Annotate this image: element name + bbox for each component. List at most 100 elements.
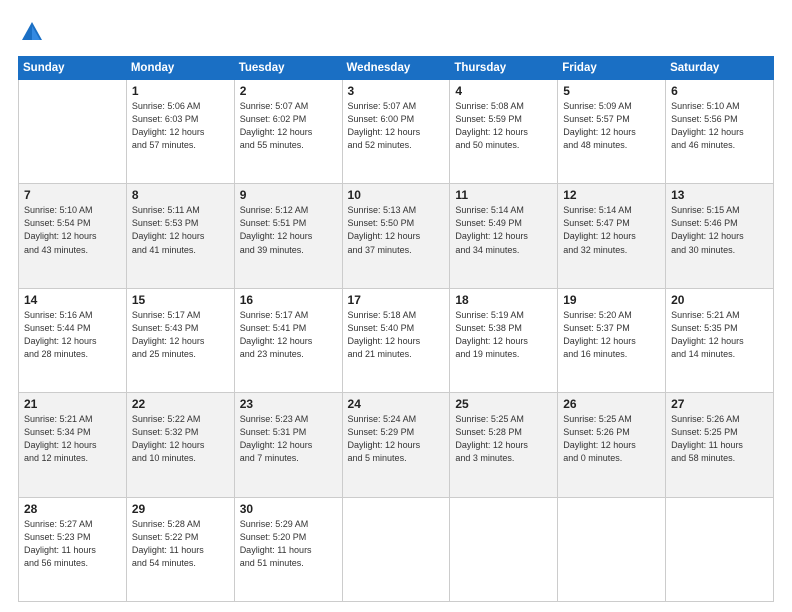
day-number: 5 — [563, 84, 660, 98]
day-number: 7 — [24, 188, 121, 202]
day-number: 28 — [24, 502, 121, 516]
day-number: 20 — [671, 293, 768, 307]
day-number: 26 — [563, 397, 660, 411]
weekday-header-row: SundayMondayTuesdayWednesdayThursdayFrid… — [19, 57, 774, 80]
day-number: 23 — [240, 397, 337, 411]
day-info: Sunrise: 5:22 AMSunset: 5:32 PMDaylight:… — [132, 413, 229, 465]
day-info: Sunrise: 5:23 AMSunset: 5:31 PMDaylight:… — [240, 413, 337, 465]
day-info: Sunrise: 5:08 AMSunset: 5:59 PMDaylight:… — [455, 100, 552, 152]
calendar-cell: 25 Sunrise: 5:25 AMSunset: 5:28 PMDayligh… — [450, 393, 558, 497]
day-info: Sunrise: 5:27 AMSunset: 5:23 PMDaylight:… — [24, 518, 121, 570]
calendar-cell: 15 Sunrise: 5:17 AMSunset: 5:43 PMDayligh… — [126, 288, 234, 392]
day-info: Sunrise: 5:10 AMSunset: 5:54 PMDaylight:… — [24, 204, 121, 256]
calendar-cell: 21Sunrise: 5:21 AMSunset: 5:34 PMDayligh… — [19, 393, 127, 497]
day-number: 11 — [455, 188, 552, 202]
calendar-cell: 7 Sunrise: 5:10 AMSunset: 5:54 PMDaylight… — [19, 184, 127, 288]
day-info: Sunrise: 5:12 AMSunset: 5:51 PMDaylight:… — [240, 204, 337, 256]
calendar-cell: 18 Sunrise: 5:19 AMSunset: 5:38 PMDayligh… — [450, 288, 558, 392]
calendar-cell — [342, 497, 450, 601]
day-number: 10 — [348, 188, 445, 202]
day-number: 22 — [132, 397, 229, 411]
calendar-cell: 27 Sunrise: 5:26 AMSunset: 5:25 PMDayligh… — [666, 393, 774, 497]
weekday-friday: Friday — [558, 57, 666, 80]
calendar-cell: 24 Sunrise: 5:24 AMSunset: 5:29 PMDayligh… — [342, 393, 450, 497]
weekday-saturday: Saturday — [666, 57, 774, 80]
calendar-cell: 23 Sunrise: 5:23 AMSunset: 5:31 PMDayligh… — [234, 393, 342, 497]
calendar-cell: 1 Sunrise: 5:06 AMSunset: 6:03 PMDaylight… — [126, 80, 234, 184]
day-info: Sunrise: 5:14 AMSunset: 5:47 PMDaylight:… — [563, 204, 660, 256]
calendar-cell: 8Sunrise: 5:11 AMSunset: 5:53 PMDaylight… — [126, 184, 234, 288]
calendar-cell: 6 Sunrise: 5:10 AMSunset: 5:56 PMDaylight… — [666, 80, 774, 184]
header — [18, 18, 774, 46]
calendar-cell: 13 Sunrise: 5:15 AMSunset: 5:46 PMDayligh… — [666, 184, 774, 288]
calendar-cell: 29 Sunrise: 5:28 AMSunset: 5:22 PMDayligh… — [126, 497, 234, 601]
day-info: Sunrise: 5:28 AMSunset: 5:22 PMDaylight:… — [132, 518, 229, 570]
day-number: 24 — [348, 397, 445, 411]
day-number: 21 — [24, 397, 121, 411]
calendar-cell: 22 Sunrise: 5:22 AMSunset: 5:32 PMDayligh… — [126, 393, 234, 497]
day-number: 2 — [240, 84, 337, 98]
calendar-cell: 19Sunrise: 5:20 AMSunset: 5:37 PMDayligh… — [558, 288, 666, 392]
day-number: 12 — [563, 188, 660, 202]
day-info: Sunrise: 5:26 AMSunset: 5:25 PMDaylight:… — [671, 413, 768, 465]
calendar-cell: 26 Sunrise: 5:25 AMSunset: 5:26 PMDayligh… — [558, 393, 666, 497]
day-info: Sunrise: 5:13 AMSunset: 5:50 PMDaylight:… — [348, 204, 445, 256]
week-row-2: 14 Sunrise: 5:16 AMSunset: 5:44 PMDayligh… — [19, 288, 774, 392]
day-info: Sunrise: 5:25 AMSunset: 5:26 PMDaylight:… — [563, 413, 660, 465]
day-info: Sunrise: 5:09 AMSunset: 5:57 PMDaylight:… — [563, 100, 660, 152]
calendar-cell: 4Sunrise: 5:08 AMSunset: 5:59 PMDaylight… — [450, 80, 558, 184]
day-number: 14 — [24, 293, 121, 307]
day-info: Sunrise: 5:18 AMSunset: 5:40 PMDaylight:… — [348, 309, 445, 361]
calendar-cell — [19, 80, 127, 184]
day-number: 1 — [132, 84, 229, 98]
day-info: Sunrise: 5:16 AMSunset: 5:44 PMDaylight:… — [24, 309, 121, 361]
day-info: Sunrise: 5:29 AMSunset: 5:20 PMDaylight:… — [240, 518, 337, 570]
calendar-cell: 11Sunrise: 5:14 AMSunset: 5:49 PMDayligh… — [450, 184, 558, 288]
day-number: 17 — [348, 293, 445, 307]
calendar-cell — [450, 497, 558, 601]
calendar-cell — [666, 497, 774, 601]
day-info: Sunrise: 5:07 AMSunset: 6:02 PMDaylight:… — [240, 100, 337, 152]
day-info: Sunrise: 5:07 AMSunset: 6:00 PMDaylight:… — [348, 100, 445, 152]
weekday-thursday: Thursday — [450, 57, 558, 80]
day-number: 25 — [455, 397, 552, 411]
logo-icon — [18, 18, 46, 46]
calendar-cell: 9 Sunrise: 5:12 AMSunset: 5:51 PMDaylight… — [234, 184, 342, 288]
day-info: Sunrise: 5:19 AMSunset: 5:38 PMDaylight:… — [455, 309, 552, 361]
day-number: 27 — [671, 397, 768, 411]
calendar-table: SundayMondayTuesdayWednesdayThursdayFrid… — [18, 56, 774, 602]
day-number: 29 — [132, 502, 229, 516]
calendar-cell: 10 Sunrise: 5:13 AMSunset: 5:50 PMDayligh… — [342, 184, 450, 288]
day-info: Sunrise: 5:10 AMSunset: 5:56 PMDaylight:… — [671, 100, 768, 152]
day-info: Sunrise: 5:17 AMSunset: 5:41 PMDaylight:… — [240, 309, 337, 361]
day-number: 15 — [132, 293, 229, 307]
day-number: 13 — [671, 188, 768, 202]
logo — [18, 18, 50, 46]
day-info: Sunrise: 5:06 AMSunset: 6:03 PMDaylight:… — [132, 100, 229, 152]
calendar-cell: 14 Sunrise: 5:16 AMSunset: 5:44 PMDayligh… — [19, 288, 127, 392]
week-row-0: 1 Sunrise: 5:06 AMSunset: 6:03 PMDaylight… — [19, 80, 774, 184]
calendar-cell: 2 Sunrise: 5:07 AMSunset: 6:02 PMDaylight… — [234, 80, 342, 184]
day-info: Sunrise: 5:25 AMSunset: 5:28 PMDaylight:… — [455, 413, 552, 465]
day-number: 19 — [563, 293, 660, 307]
week-row-1: 7 Sunrise: 5:10 AMSunset: 5:54 PMDaylight… — [19, 184, 774, 288]
calendar-cell — [558, 497, 666, 601]
day-info: Sunrise: 5:24 AMSunset: 5:29 PMDaylight:… — [348, 413, 445, 465]
day-number: 3 — [348, 84, 445, 98]
day-number: 18 — [455, 293, 552, 307]
weekday-monday: Monday — [126, 57, 234, 80]
day-info: Sunrise: 5:15 AMSunset: 5:46 PMDaylight:… — [671, 204, 768, 256]
weekday-sunday: Sunday — [19, 57, 127, 80]
calendar-cell: 17 Sunrise: 5:18 AMSunset: 5:40 PMDayligh… — [342, 288, 450, 392]
calendar-cell: 16Sunrise: 5:17 AMSunset: 5:41 PMDayligh… — [234, 288, 342, 392]
day-number: 6 — [671, 84, 768, 98]
calendar-cell: 20 Sunrise: 5:21 AMSunset: 5:35 PMDayligh… — [666, 288, 774, 392]
day-info: Sunrise: 5:21 AMSunset: 5:35 PMDaylight:… — [671, 309, 768, 361]
weekday-wednesday: Wednesday — [342, 57, 450, 80]
calendar-cell: 3 Sunrise: 5:07 AMSunset: 6:00 PMDaylight… — [342, 80, 450, 184]
calendar-cell: 12 Sunrise: 5:14 AMSunset: 5:47 PMDayligh… — [558, 184, 666, 288]
day-info: Sunrise: 5:11 AMSunset: 5:53 PMDaylight:… — [132, 204, 229, 256]
page: SundayMondayTuesdayWednesdayThursdayFrid… — [0, 0, 792, 612]
day-info: Sunrise: 5:17 AMSunset: 5:43 PMDaylight:… — [132, 309, 229, 361]
day-number: 9 — [240, 188, 337, 202]
